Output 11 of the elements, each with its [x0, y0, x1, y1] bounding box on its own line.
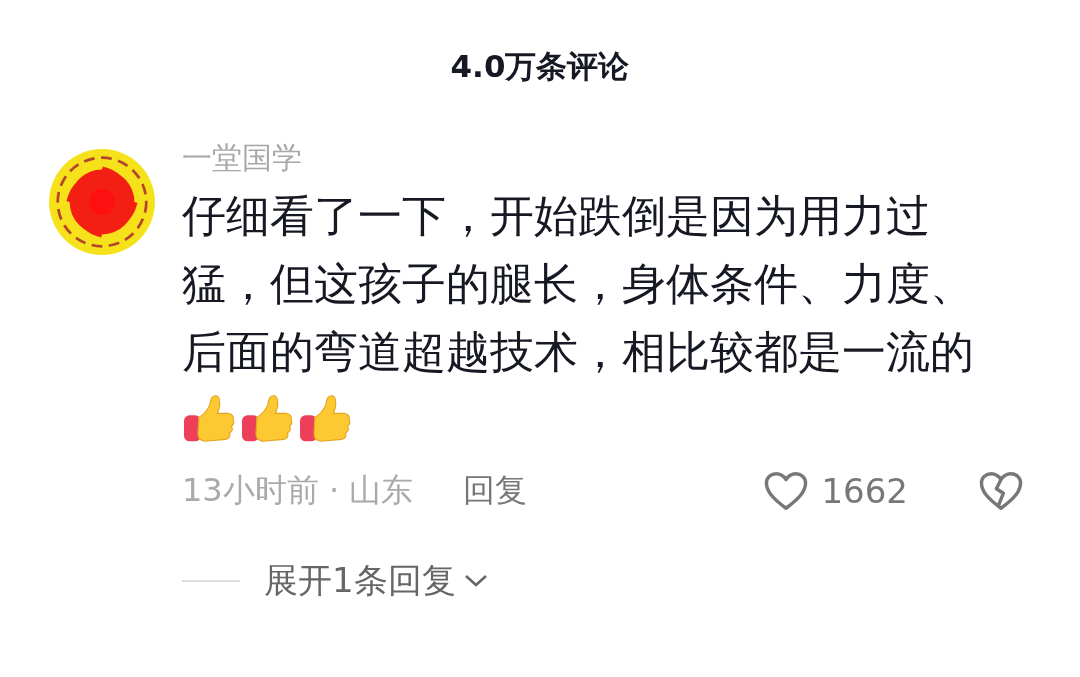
like-icon[interactable] — [763, 470, 810, 512]
broken-heart-icon[interactable] — [978, 470, 1024, 512]
comment-text: 仔细看了一下，开始跌倒是因为用力过猛，但这孩子的腿长，身体条件、力度、后面的弯道超越技术，相比较都是一流的 — [182, 189, 975, 379]
expand-replies-button[interactable]: 展开1条回复 — [264, 558, 456, 604]
chevron-down-icon[interactable] — [463, 574, 488, 588]
reply-button[interactable]: 回复 — [463, 469, 528, 513]
like-count: 1662 — [821, 471, 908, 511]
comment-time-location: 13小时前 · 山东 — [182, 470, 414, 511]
comments-title: 4.0万条评论 — [450, 47, 630, 86]
username[interactable]: 一堂国学 — [182, 136, 1024, 180]
avatar-icon[interactable] — [48, 148, 156, 256]
